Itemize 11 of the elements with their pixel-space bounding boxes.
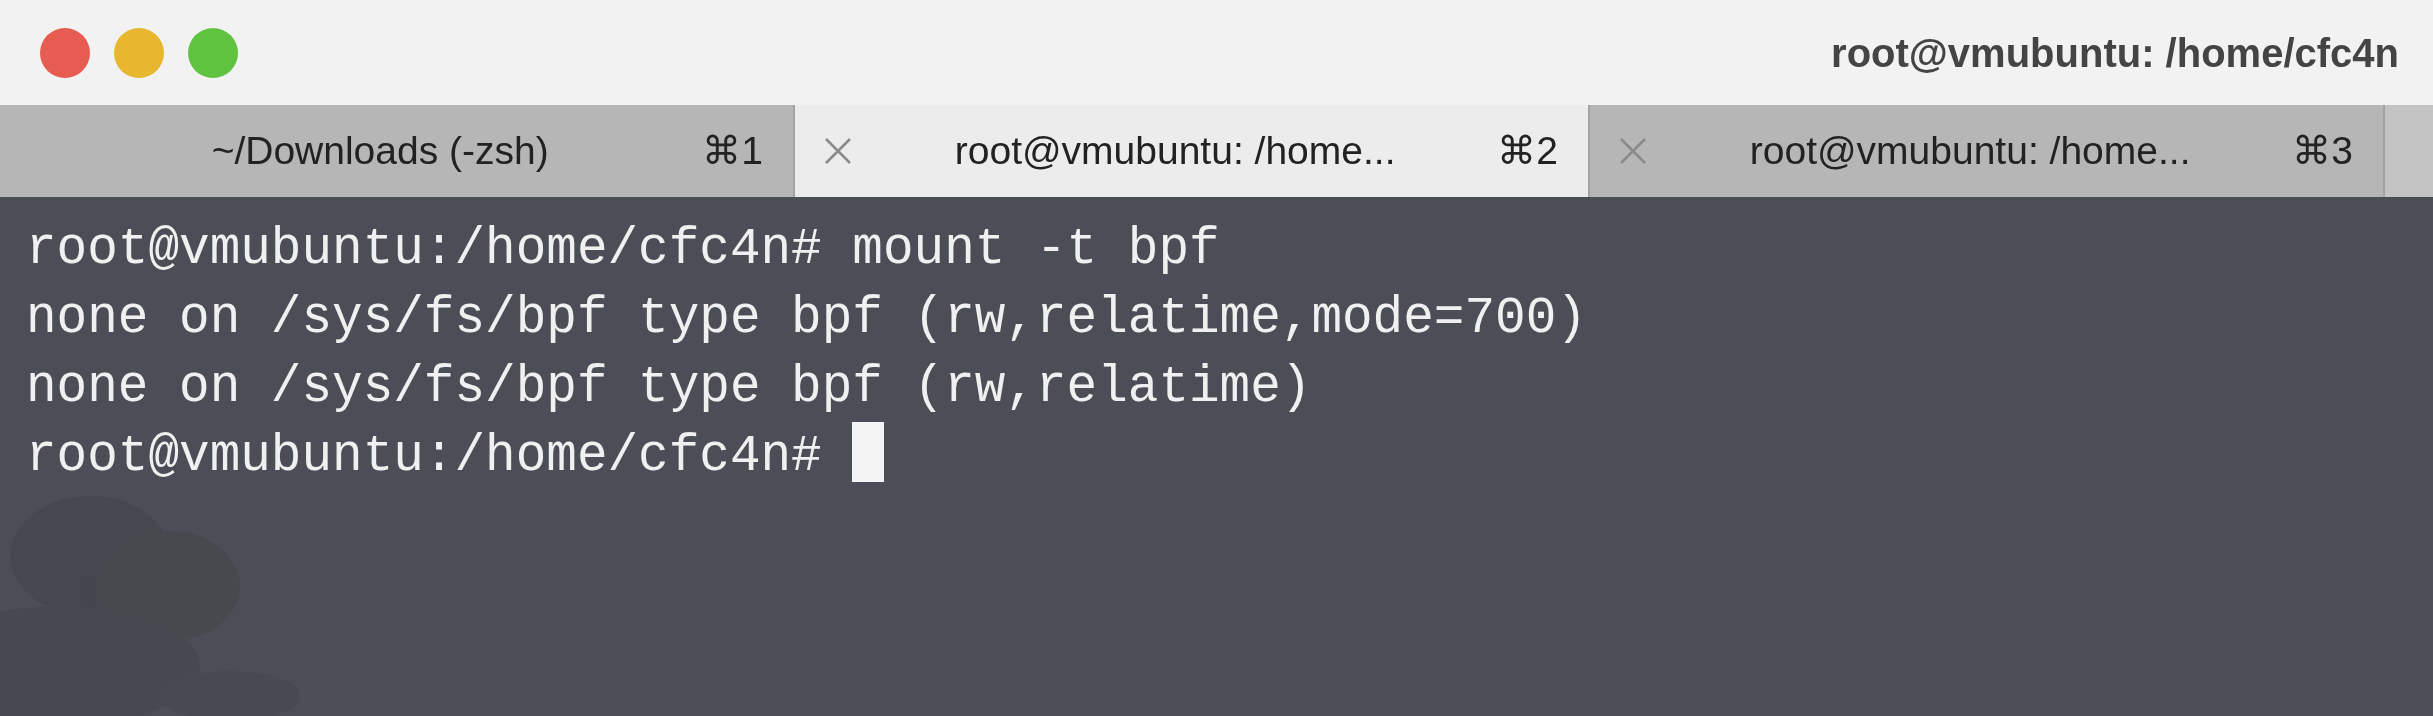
tab[interactable]: root@vmubuntu: /home... ⌘2: [795, 105, 1590, 197]
minimize-window-button[interactable]: [114, 27, 164, 78]
terminal-line: none on /sys/fs/bpf type bpf (rw,relatime,mode=700): [26, 290, 1587, 347]
terminal-line: root@vmubuntu:/home/cfc4n# mount -t bpf: [26, 221, 1220, 278]
zoom-window-button[interactable]: [188, 27, 238, 78]
close-window-button[interactable]: [40, 27, 90, 78]
terminal-line: root@vmubuntu:/home/cfc4n#: [26, 428, 823, 485]
close-icon[interactable]: [823, 136, 853, 166]
window-title: root@vmubuntu: /home/cfc4n: [1831, 29, 2399, 77]
close-icon[interactable]: [1618, 136, 1648, 166]
terminal-line: none on /sys/fs/bpf type bpf (rw,relatime): [26, 359, 1312, 416]
